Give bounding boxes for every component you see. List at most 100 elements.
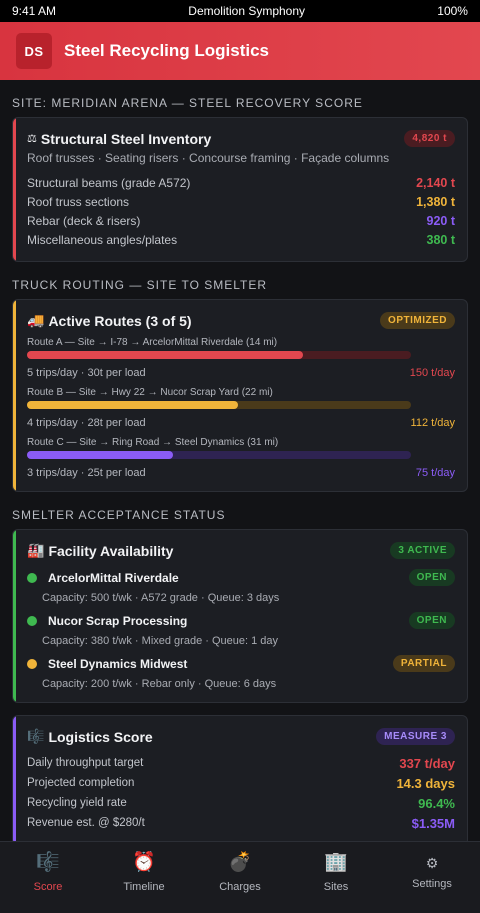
route-item[interactable]: Route B — Site → Hwy 22 → Nucor Scrap Ya…	[27, 387, 455, 429]
inventory-row-label: Structural beams (grade A572)	[27, 175, 191, 190]
score-row-value: 96.4%	[418, 795, 455, 811]
score-row-label: Projected completion	[27, 777, 135, 789]
route-label: Route C — Site → Ring Road → Steel Dynam…	[27, 437, 279, 448]
app-title: Steel Recycling Logistics	[64, 41, 270, 60]
inventory-row-label: Roof truss sections	[27, 194, 130, 209]
route-label: Route B — Site → Hwy 22 → Nucor Scrap Ya…	[27, 387, 273, 398]
inventory-row-value: 2,140 t	[416, 175, 455, 190]
score-title: Logistics Score	[48, 728, 153, 745]
inventory-row-value: 380 t	[426, 232, 456, 247]
facility-name: ArcelorMittal Riverdale	[48, 570, 179, 585]
facility-status-badge: OPEN	[408, 612, 455, 629]
music-score-icon: 🎼	[27, 728, 45, 744]
inventory-row: Rebar (deck & risers) 920 t	[27, 211, 455, 230]
score-row: Daily throughput target 337 t/day	[27, 753, 455, 773]
tab-label: Charges	[219, 881, 261, 893]
routing-status-badge: OPTIMIZED	[380, 312, 455, 329]
status-time: 9:41 AM	[12, 4, 57, 18]
routing-card[interactable]: 🚚 Active Routes (3 of 5) OPTIMIZED Route…	[12, 299, 468, 492]
route-progress-track	[27, 351, 411, 359]
route-progress-track	[27, 451, 411, 459]
route-item[interactable]: Route C — Site → Ring Road → Steel Dynam…	[27, 437, 455, 479]
inventory-row: Miscellaneous angles/plates 380 t	[27, 230, 455, 249]
score-row-label: Recycling yield rate	[27, 797, 127, 809]
inventory-title: Structural Steel Inventory	[40, 130, 212, 147]
facility-item[interactable]: Steel Dynamics Midwest PARTIAL Capacity:…	[27, 655, 455, 690]
inventory-row-value: 1,380 t	[416, 194, 455, 209]
status-dot-icon	[27, 615, 37, 626]
smelters-active-badge: 3 ACTIVE	[390, 542, 455, 559]
facility-name: Steel Dynamics Midwest	[48, 656, 188, 671]
score-row-value: 337 t/day	[399, 755, 455, 771]
tab-settings[interactable]: ⚙ Settings	[384, 842, 480, 913]
bomb-icon: 💣	[228, 852, 252, 873]
score-row-label: Daily throughput target	[27, 757, 144, 769]
inventory-row-value: 920 t	[426, 213, 456, 228]
inventory-row-label: Rebar (deck & risers)	[27, 213, 141, 228]
facility-item[interactable]: Nucor Scrap Processing OPEN Capacity: 38…	[27, 612, 455, 647]
route-meta: 4 trips/day · 28t per load	[27, 417, 146, 429]
route-progress-track	[27, 401, 411, 409]
scale-icon: ⚖	[27, 133, 37, 145]
route-rate: 75 t/day	[415, 467, 455, 479]
inventory-row-label: Miscellaneous angles/plates	[27, 232, 178, 247]
score-row-value: 14.3 days	[396, 775, 455, 791]
app-logo[interactable]: DS	[16, 33, 52, 69]
route-label: Route A — Site → I-78 → ArcelorMittal Ri…	[27, 337, 278, 348]
tab-label: Timeline	[123, 881, 165, 893]
route-item[interactable]: Route A — Site → I-78 → ArcelorMittal Ri…	[27, 337, 455, 379]
tab-charges[interactable]: 💣 Charges	[192, 842, 288, 913]
routing-title: Active Routes (3 of 5)	[48, 312, 192, 329]
route-progress-fill	[27, 401, 239, 409]
status-bar: 9:41 AM Demolition Symphony 100%	[0, 0, 480, 22]
facility-status-badge: PARTIAL	[392, 655, 455, 672]
status-dot-icon	[27, 658, 37, 669]
route-meta: 3 trips/day · 25t per load	[27, 467, 146, 479]
status-dot-icon	[27, 572, 37, 583]
smelters-title: Facility Availability	[48, 542, 174, 559]
section-title-smelters: Smelter Acceptance Status	[12, 508, 226, 522]
inventory-subtitle: Roof trusses · Seating risers · Concours…	[27, 151, 390, 165]
music-score-icon: 🎼	[36, 852, 60, 873]
inventory-card[interactable]: ⚖ Structural Steel Inventory 4,820 t Roo…	[12, 117, 468, 262]
facility-item[interactable]: ArcelorMittal Riverdale OPEN Capacity: 5…	[27, 569, 455, 604]
route-rate: 150 t/day	[409, 367, 455, 379]
facility-meta: Capacity: 500 t/wk · A572 grade · Queue:…	[42, 592, 280, 604]
tab-label: Settings	[412, 878, 452, 890]
smelters-card[interactable]: 🏭 Facility Availability 3 ACTIVE Arcelor…	[12, 529, 468, 703]
facility-meta: Capacity: 200 t/wk · Rebar only · Queue:…	[42, 678, 277, 690]
route-meta: 5 trips/day · 30t per load	[27, 367, 146, 379]
facility-meta: Capacity: 380 t/wk · Mixed grade · Queue…	[42, 635, 279, 647]
score-row: Recycling yield rate 96.4%	[27, 793, 455, 813]
score-card[interactable]: 🎼 Logistics Score MEASURE 3 Daily throug…	[12, 715, 468, 846]
section-title-inventory: Site: Meridian Arena — Steel Recovery Sc…	[12, 96, 363, 110]
tab-label: Sites	[323, 881, 349, 893]
inventory-row: Roof truss sections 1,380 t	[27, 192, 455, 211]
status-title: Demolition Symphony	[188, 4, 306, 18]
score-row: Projected completion 14.3 days	[27, 773, 455, 793]
bottom-tab-bar: 🎼 Score ⏰ Timeline 💣 Charges 🏢 Sites ⚙ S…	[0, 841, 480, 913]
facility-status-badge: OPEN	[408, 569, 455, 586]
score-row-value: $1.35M	[411, 815, 455, 831]
inventory-row: Structural beams (grade A572) 2,140 t	[27, 173, 455, 192]
app-header: DS Steel Recycling Logistics	[0, 22, 480, 80]
inventory-total-badge: 4,820 t	[404, 130, 455, 147]
status-battery: 100%	[437, 4, 468, 18]
section-title-routing: Truck Routing — Site to Smelter	[12, 278, 268, 292]
tab-label: Score	[33, 881, 63, 893]
truck-icon: 🚚	[27, 312, 45, 328]
route-rate: 112 t/day	[410, 417, 455, 429]
tab-sites[interactable]: 🏢 Sites	[288, 842, 384, 913]
building-icon: 🏢	[324, 852, 348, 873]
main-content: Site: Meridian Arena — Steel Recovery Sc…	[0, 96, 480, 846]
gear-icon: ⚙	[425, 855, 439, 871]
alarm-clock-icon: ⏰	[132, 852, 156, 873]
score-row: Revenue est. @ $280/t $1.35M	[27, 813, 455, 833]
score-measure-badge: MEASURE 3	[376, 728, 455, 745]
tab-score[interactable]: 🎼 Score	[0, 842, 96, 913]
facility-name: Nucor Scrap Processing	[48, 613, 188, 628]
factory-icon: 🏭	[27, 542, 45, 558]
route-progress-fill	[27, 451, 173, 459]
route-progress-fill	[27, 351, 304, 359]
tab-timeline[interactable]: ⏰ Timeline	[96, 842, 192, 913]
